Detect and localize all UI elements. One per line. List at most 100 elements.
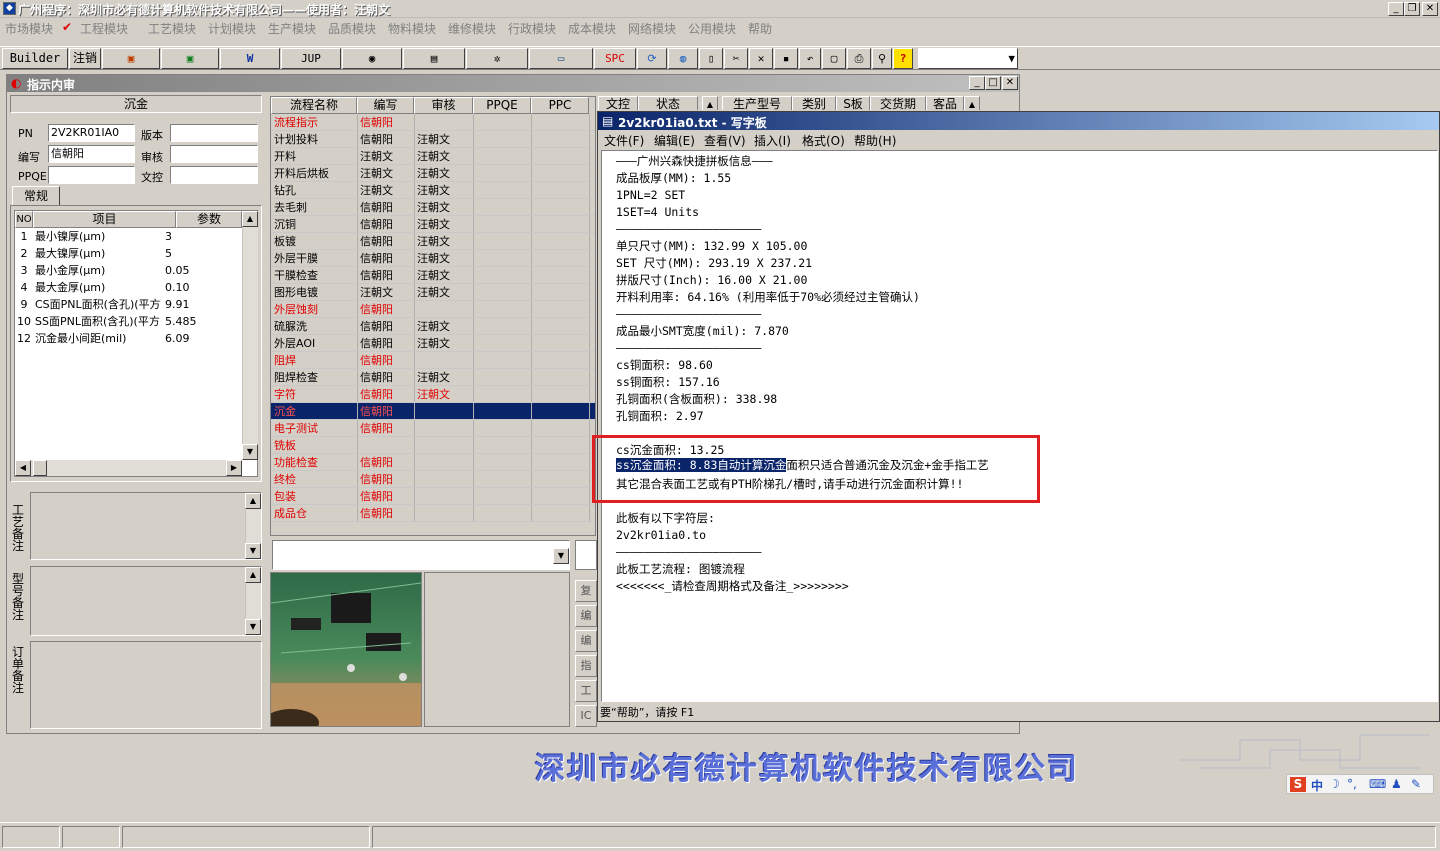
combo-dropdown-icon[interactable]: ▼ [553, 548, 569, 564]
preview-icon[interactable]: ▢ [822, 48, 846, 69]
word-icon[interactable]: W [220, 48, 280, 69]
punctuation-icon[interactable]: °, [1347, 777, 1357, 791]
param-row[interactable]: 12 沉金最小间距(mil) 6.09 [15, 330, 242, 347]
ppqe-field[interactable] [48, 166, 135, 184]
flow-row[interactable]: 外层AOI 信朝阳 汪朝文 [271, 335, 595, 352]
restore-button[interactable]: ❐ [1404, 2, 1420, 16]
flow-row[interactable]: 成品仓 信朝阳 [271, 505, 595, 522]
menu-engineering[interactable]: 工程模块 [80, 20, 128, 37]
wrench-icon[interactable]: ✎ [1411, 777, 1421, 791]
wp-menu-edit[interactable]: 编辑(E) [654, 132, 695, 149]
menu-material[interactable]: 物料模块 [388, 20, 436, 37]
delete-icon[interactable]: ✕ [749, 48, 773, 69]
find-icon[interactable]: ⚲ [872, 48, 892, 69]
jup-button[interactable]: JUP [281, 48, 341, 69]
pn-field[interactable]: 2V2KR01IA0 [48, 124, 135, 142]
computer-icon[interactable]: ▭ [529, 48, 593, 69]
toolbar-combo[interactable]: ▼ [918, 48, 1018, 69]
version-field[interactable] [170, 124, 258, 142]
side-button-5[interactable]: IC [575, 705, 597, 727]
spc-button[interactable]: SPC [594, 48, 636, 69]
save-icon[interactable]: ▪ [774, 48, 798, 69]
menu-maintenance[interactable]: 维修模块 [448, 20, 496, 37]
wp-menu-view[interactable]: 查看(V) [704, 132, 746, 149]
flow-row[interactable]: 干膜检查 信朝阳 汪朝文 [271, 267, 595, 284]
menu-network[interactable]: 网络模块 [628, 20, 676, 37]
tab-general[interactable]: 常规 [12, 186, 60, 206]
wp-menu-file[interactable]: 文件(F) [604, 132, 644, 149]
wp-menu-format[interactable]: 格式(O) [802, 132, 845, 149]
param-row[interactable]: 10 SS面PNL面积(含孔)(平方 5.485 [15, 313, 242, 330]
scroll-left-icon[interactable]: ◀ [15, 460, 31, 476]
child-close-button[interactable]: ✕ [1002, 76, 1018, 90]
ime-language[interactable]: 中 [1311, 777, 1323, 794]
flow-row[interactable]: 开料 汪朝文 汪朝文 [271, 148, 595, 165]
keyboard-icon[interactable]: ⌨ [1369, 777, 1386, 791]
scroll-up-icon[interactable]: ▲ [242, 211, 258, 227]
close-button[interactable]: ✕ [1422, 2, 1438, 16]
param-row[interactable]: 3 最小金厚(μm) 0.05 [15, 262, 242, 279]
flow-row[interactable]: 外层蚀刻 信朝阳 [271, 301, 595, 318]
ppt-icon[interactable]: ▣ [102, 48, 160, 69]
editor-field[interactable]: 信朝阳 [48, 145, 135, 163]
wordpad-document[interactable]: ———广州兴森快捷拼板信息——— 成品板厚(MM): 1.55 1PNL=2 SET… [601, 150, 1438, 702]
excel-icon[interactable]: ▣ [161, 48, 219, 69]
param-row[interactable]: 1 最小镍厚(μm) 3 [15, 228, 242, 245]
param-row[interactable]: 4 最大金厚(μm) 0.10 [15, 279, 242, 296]
cut-icon[interactable]: ✂ [724, 48, 748, 69]
flow-row[interactable]: 流程指示 信朝阳 [271, 114, 595, 131]
model-notes-field[interactable]: ▲ ▼ [30, 566, 262, 636]
eye-icon[interactable]: ◉ [342, 48, 402, 69]
param-row[interactable]: 9 CS面PNL面积(含孔)(平方 9.91 [15, 296, 242, 313]
print-icon[interactable]: ⎙ [847, 48, 871, 69]
right-scroll-up-icon[interactable]: ▲ [964, 96, 980, 110]
new-icon[interactable]: ▯ [699, 48, 723, 69]
wp-menu-insert[interactable]: 插入(I) [754, 132, 791, 149]
menu-help[interactable]: 帮助 [748, 20, 772, 37]
refresh-icon[interactable]: ⟳ [637, 48, 667, 69]
flow-row[interactable]: 板镀 信朝阳 汪朝文 [271, 233, 595, 250]
flow-row[interactable]: 沉金 信朝阳 [271, 403, 595, 420]
flow-row[interactable]: 终检 信朝阳 [271, 471, 595, 488]
flow-row[interactable]: 外层干膜 信朝阳 汪朝文 [271, 250, 595, 267]
child-maximize-button[interactable]: □ [985, 76, 1001, 90]
params-hscroll[interactable]: ◀ ▶ [15, 460, 242, 476]
flow-row[interactable]: 铣板 [271, 437, 595, 454]
flow-combo[interactable]: ▼ [272, 540, 570, 570]
wenkong-field[interactable] [170, 166, 258, 184]
flow-row[interactable]: 计划投料 信朝阳 汪朝文 [271, 131, 595, 148]
flow-scroll-up-icon[interactable]: ▲ [702, 96, 718, 110]
menu-craft[interactable]: 工艺模块 [148, 20, 196, 37]
flow-row[interactable]: 包装 信朝阳 [271, 488, 595, 505]
craft-notes-field[interactable]: ▲ ▼ [30, 492, 262, 560]
flow-row[interactable]: 去毛刺 信朝阳 汪朝文 [271, 199, 595, 216]
param-row[interactable]: 2 最大镍厚(μm) 5 [15, 245, 242, 262]
globe-icon[interactable]: ◍ [668, 48, 698, 69]
undo-icon[interactable]: ↶ [799, 48, 821, 69]
menu-market[interactable]: 市场模块 [5, 20, 53, 37]
builder-button[interactable]: Builder [2, 48, 68, 69]
flow-row[interactable]: 硫脲洗 信朝阳 汪朝文 [271, 318, 595, 335]
menu-admin[interactable]: 行政模块 [508, 20, 556, 37]
side-button-0[interactable]: 复 [575, 580, 597, 602]
menu-production[interactable]: 生产模块 [268, 20, 316, 37]
help-icon[interactable]: ? [893, 48, 913, 69]
scroll-thumb[interactable] [33, 460, 47, 476]
scroll-right-icon[interactable]: ▶ [226, 460, 242, 476]
flow-row[interactable]: 电子测试 信朝阳 [271, 420, 595, 437]
flow-row[interactable]: 开料后烘板 汪朝文 汪朝文 [271, 165, 595, 182]
side-button-1[interactable]: 编 [575, 605, 597, 627]
menu-public[interactable]: 公用模块 [688, 20, 736, 37]
menu-quality[interactable]: 品质模块 [328, 20, 376, 37]
secondary-combo[interactable] [575, 540, 597, 570]
logout-button[interactable]: 注销 [69, 48, 101, 69]
flow-row[interactable]: 阻焊 信朝阳 [271, 352, 595, 369]
flow-row[interactable]: 功能检查 信朝阳 [271, 454, 595, 471]
wp-menu-help[interactable]: 帮助(H) [854, 132, 896, 149]
flow-row[interactable]: 图形电镀 汪朝文 汪朝文 [271, 284, 595, 301]
flow-row[interactable]: 阻焊检查 信朝阳 汪朝文 [271, 369, 595, 386]
database-icon[interactable]: ▤ [403, 48, 465, 69]
side-button-3[interactable]: 指 [575, 655, 597, 677]
minimize-button[interactable]: _ [1388, 2, 1404, 16]
flow-row[interactable]: 钻孔 汪朝文 汪朝文 [271, 182, 595, 199]
